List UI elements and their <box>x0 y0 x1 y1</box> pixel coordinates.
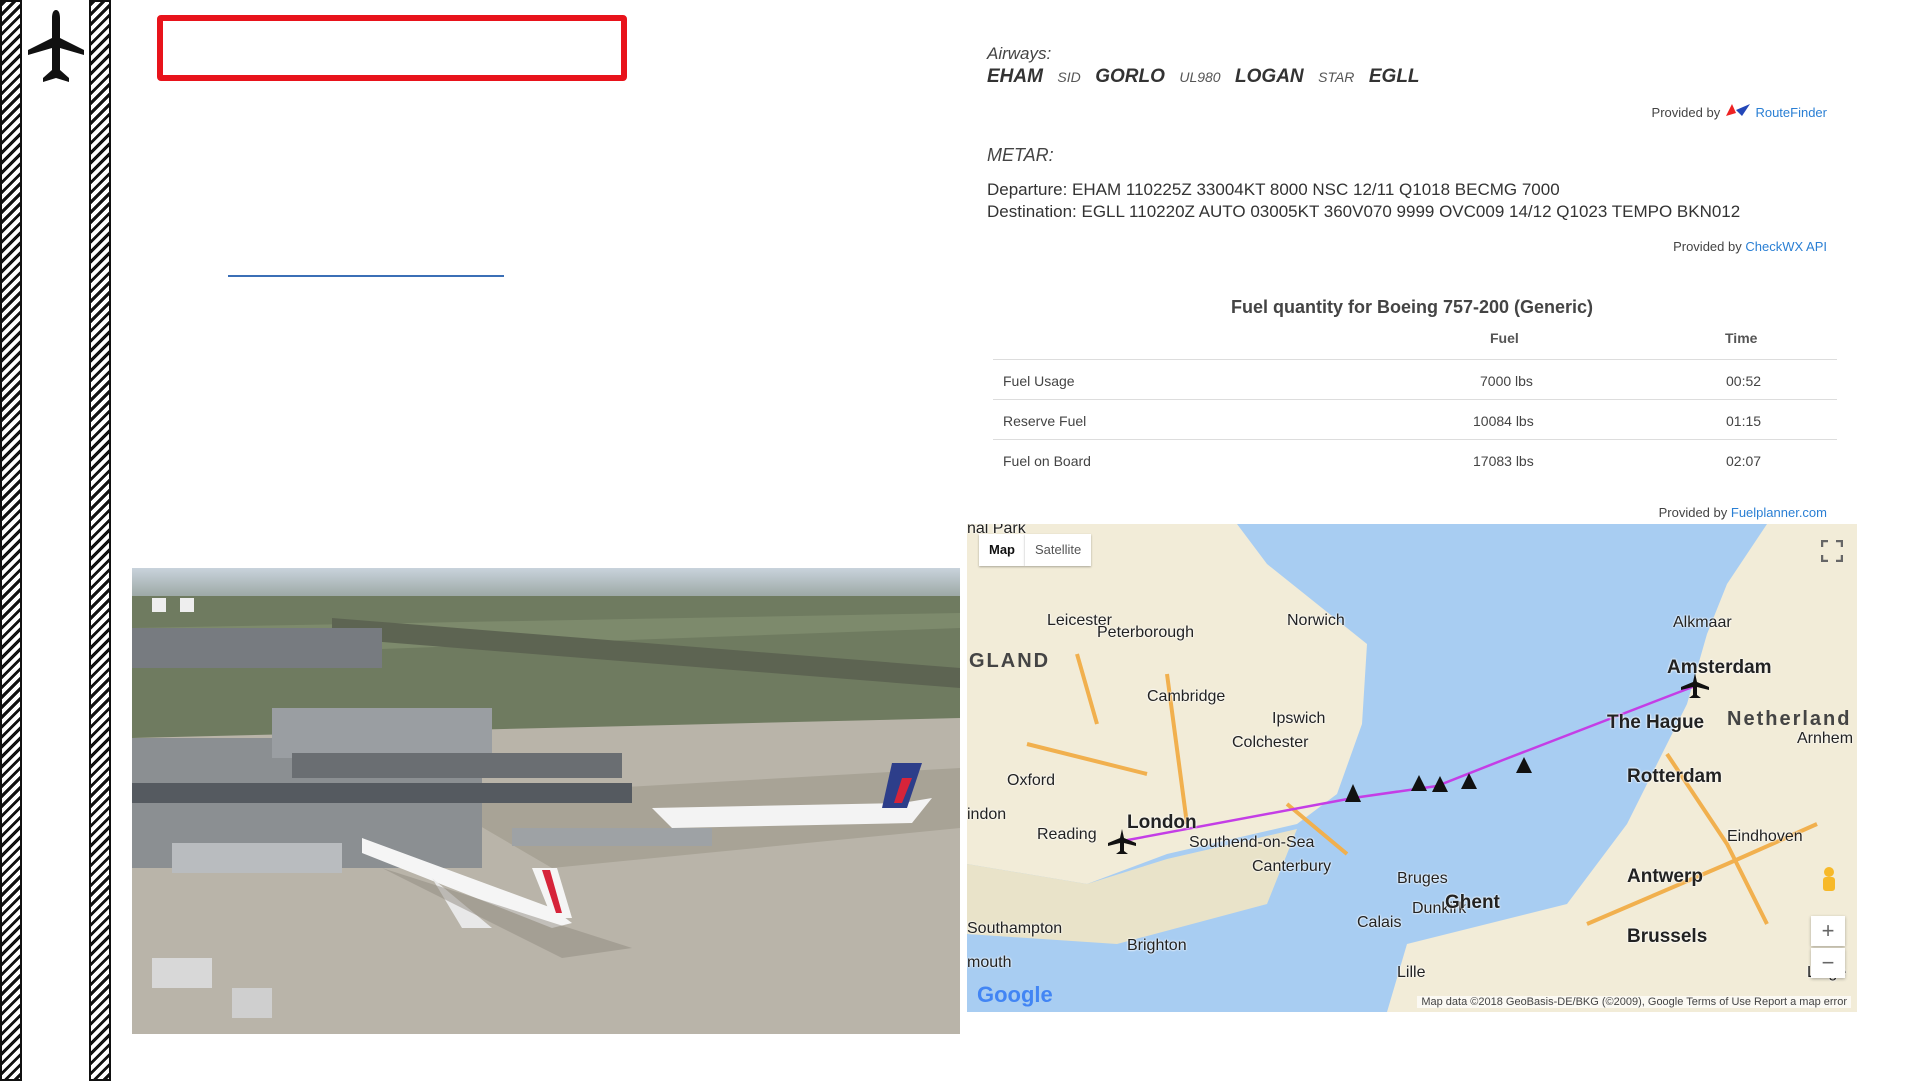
map-label: Southampton <box>967 920 1063 937</box>
airplane-icon <box>28 10 84 82</box>
checkwx-link[interactable]: CheckWX API <box>1745 239 1827 254</box>
route-waypoint-gorlo: GORLO <box>1095 66 1165 87</box>
map-label: Calais <box>1357 914 1402 931</box>
map-label: Colchester <box>1232 734 1309 751</box>
map-label: Oxford <box>1007 772 1056 789</box>
zoom-in-button[interactable]: + <box>1811 916 1845 946</box>
route-waypoint-logan: LOGAN <box>1235 66 1304 87</box>
map-label: mouth <box>967 954 1012 971</box>
airport-screenshot <box>132 568 960 1034</box>
routefinder-logo-icon <box>1725 104 1750 116</box>
fuel-row: Fuel Usage 7000 lbs 00:52 <box>993 359 1837 400</box>
route-airway-ul980: UL980 <box>1179 69 1221 85</box>
fuel-table-title: Fuel quantity for Boeing 757-200 (Generi… <box>1230 297 1594 317</box>
route-star: STAR <box>1318 69 1355 85</box>
map-label: Bruges <box>1397 870 1448 887</box>
map-label: Rotterdam <box>1627 766 1723 787</box>
routefinder-link[interactable]: RouteFinder <box>1755 105 1827 120</box>
map-label: Alkmaar <box>1673 614 1732 631</box>
map-label: nal Park <box>967 524 1026 537</box>
map-label: Cambridge <box>1147 688 1226 705</box>
metar-departure: Departure: EHAM 110225Z 33004KT 8000 NSC… <box>987 180 1560 199</box>
route-map[interactable]: Map Satellite nal Park Leicester Peterbo… <box>967 524 1857 1012</box>
map-view-tab[interactable]: Map <box>979 534 1025 566</box>
google-logo: Google <box>977 982 1053 1007</box>
fuel-row: Reserve Fuel 10084 lbs 01:15 <box>993 399 1837 440</box>
map-label: Southend-on-Sea <box>1189 834 1315 851</box>
map-label: Ghent <box>1445 892 1500 913</box>
map-label: Brussels <box>1627 926 1708 947</box>
map-label: Brighton <box>1127 937 1187 954</box>
map-label: Eindhoven <box>1727 828 1803 845</box>
map-label: Netherland <box>1727 708 1852 730</box>
fuel-row: Fuel on Board 17083 lbs 02:07 <box>993 439 1837 480</box>
checkwx-credit: Provided by CheckWX API <box>1673 239 1827 254</box>
map-label: Lille <box>1397 964 1426 981</box>
map-label: Amsterdam <box>1667 657 1772 678</box>
time-col-header: Time <box>1725 330 1758 346</box>
fuelplanner-link[interactable]: Fuelplanner.com <box>1731 505 1827 520</box>
map-label: Norwich <box>1287 612 1345 629</box>
right-stripe-rail <box>89 0 111 1081</box>
route-waypoint-egll: EGLL <box>1368 66 1420 87</box>
map-label: Arnhem <box>1797 730 1854 747</box>
routefinder-credit: Provided by RouteFinder <box>1651 104 1827 120</box>
map-label: Ipswich <box>1272 710 1326 727</box>
zoom-out-button[interactable]: − <box>1811 948 1845 978</box>
fullscreen-icon[interactable] <box>1820 539 1844 563</box>
map-label: The Hague <box>1607 712 1705 733</box>
map-label: Reading <box>1037 826 1097 843</box>
metar-label: METAR: <box>987 145 1054 165</box>
satellite-view-tab[interactable]: Satellite <box>1025 534 1092 566</box>
fuel-col-header: Fuel <box>1490 330 1519 346</box>
empty-highlight-box <box>157 15 627 81</box>
airways-route: EHAM SID GORLO UL980 LOGAN STAR EGLL <box>987 66 1430 88</box>
left-stripe-rail <box>0 0 22 1081</box>
map-label: Peterborough <box>1097 624 1194 641</box>
map-label: London <box>1127 812 1197 833</box>
airways-label: Airways: <box>987 44 1052 63</box>
pegman-icon[interactable] <box>1817 866 1841 896</box>
map-attribution[interactable]: Map data ©2018 GeoBasis-DE/BKG (©2009), … <box>1417 996 1851 1008</box>
map-label: GLAND <box>969 650 1051 672</box>
route-waypoint-eham: EHAM <box>987 66 1043 87</box>
route-sid: SID <box>1057 69 1081 85</box>
map-label: Canterbury <box>1252 858 1332 875</box>
map-label: indon <box>967 806 1007 823</box>
map-label: Antwerp <box>1627 866 1703 887</box>
link-underline[interactable] <box>228 275 504 277</box>
fuelplanner-credit: Provided by Fuelplanner.com <box>1658 505 1827 520</box>
metar-destination: Destination: EGLL 110220Z AUTO 03005KT 3… <box>987 202 1741 221</box>
